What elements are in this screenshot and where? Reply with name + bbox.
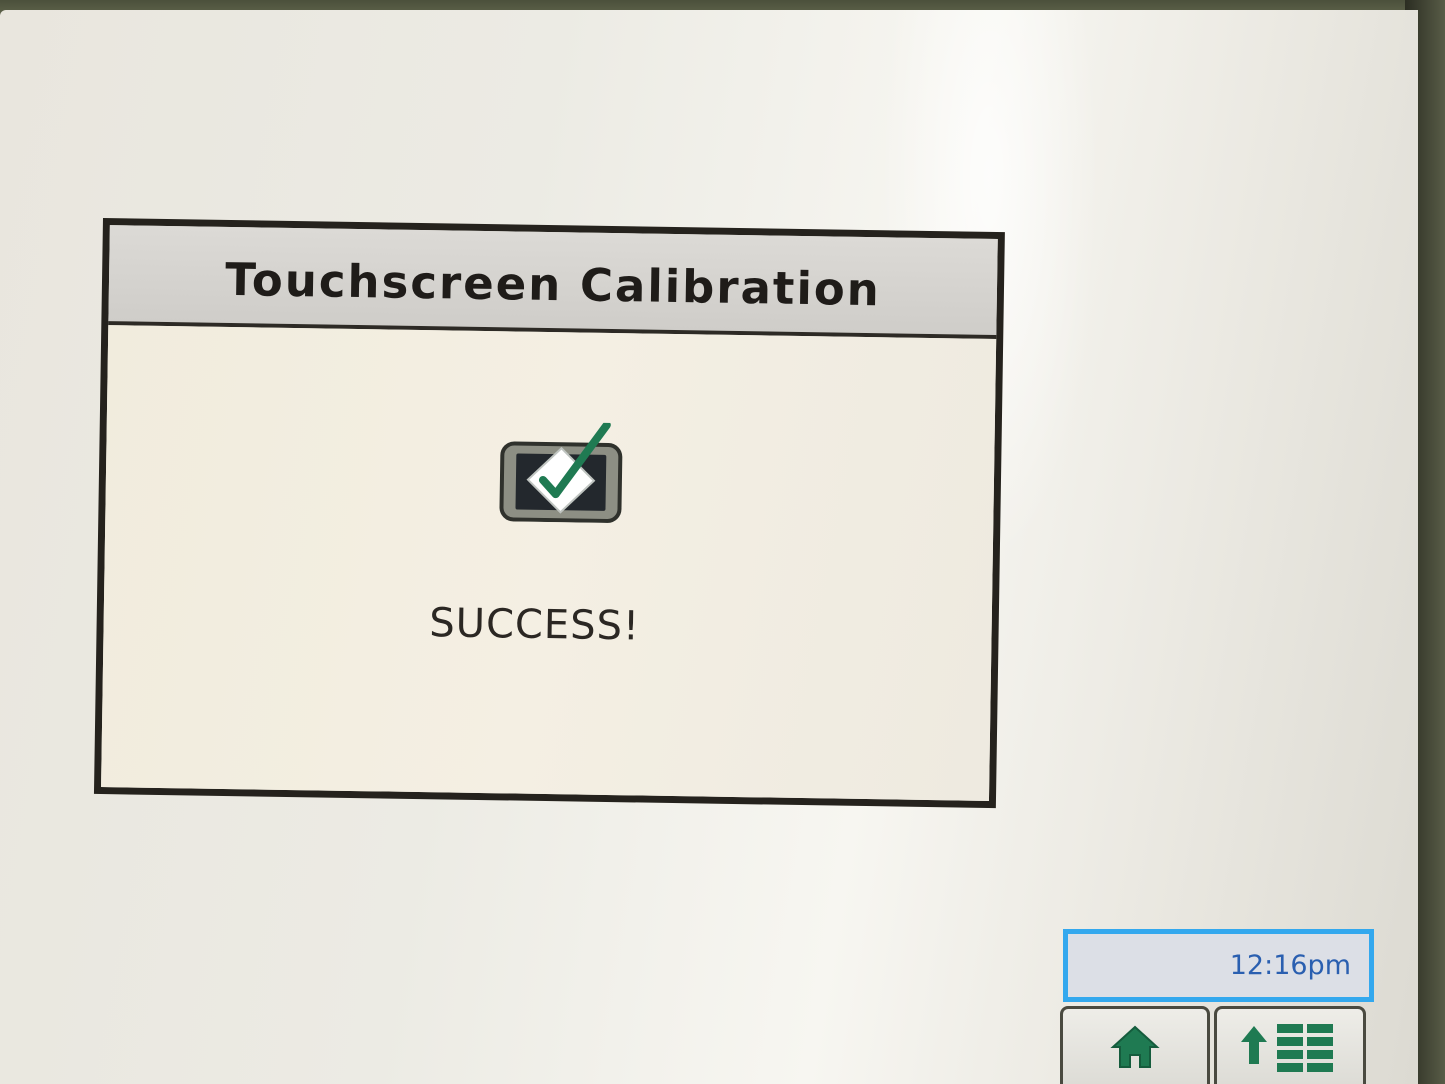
home-icon bbox=[1110, 1025, 1160, 1068]
status-message: SUCCESS! bbox=[429, 600, 641, 650]
calibration-dialog: Touchscreen Calibration SUCCESS! bbox=[93, 218, 1005, 809]
clock-time: 12:16pm bbox=[1229, 950, 1351, 981]
clock-display: 12:16pm bbox=[1063, 929, 1374, 1002]
dialog-title: Touchscreen Calibration bbox=[224, 252, 882, 316]
dialog-header: Touchscreen Calibration bbox=[108, 225, 998, 340]
home-button[interactable] bbox=[1060, 1006, 1210, 1084]
up-arrow-grid-icon bbox=[1241, 1023, 1333, 1072]
menu-button[interactable] bbox=[1214, 1006, 1366, 1084]
dialog-body: SUCCESS! bbox=[101, 325, 997, 801]
touchscreen-check-icon bbox=[499, 421, 623, 523]
